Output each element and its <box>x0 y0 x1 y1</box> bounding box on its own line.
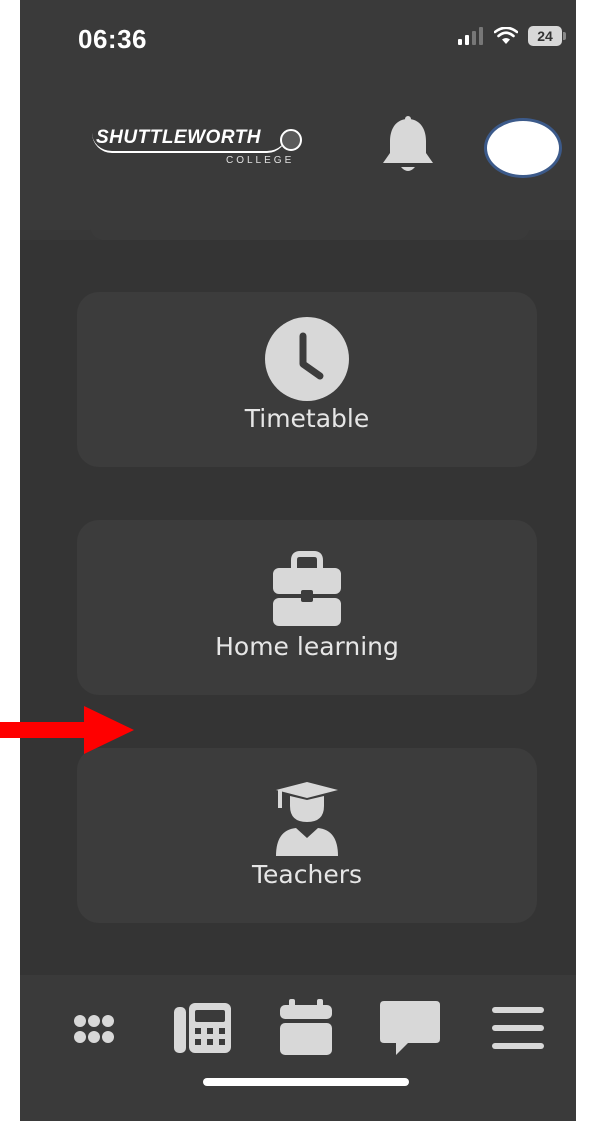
timetable-tile[interactable]: Timetable <box>77 292 537 467</box>
status-bar: 06:36 24 <box>20 0 576 80</box>
status-icons: 24 <box>458 26 566 46</box>
logo-emblem-icon <box>280 129 302 151</box>
grid-icon[interactable] <box>66 997 130 1061</box>
clock-icon <box>265 317 349 401</box>
app-screen: 06:36 24 SHUTTLEWORTH COLLEGE Timetable … <box>20 0 576 1121</box>
calendar-icon[interactable] <box>274 997 338 1061</box>
teacher-icon <box>276 782 338 856</box>
wifi-icon <box>494 27 518 44</box>
signal-icon <box>458 27 483 45</box>
bottom-navigation <box>20 975 576 1121</box>
teachers-tile[interactable]: Teachers <box>77 748 537 923</box>
logo-title: SHUTTLEWORTH <box>92 125 288 153</box>
avatar[interactable] <box>484 118 562 178</box>
menu-icon[interactable] <box>486 997 550 1061</box>
briefcase-icon <box>273 551 341 626</box>
phone-book-icon[interactable] <box>170 997 234 1061</box>
header-divider <box>90 226 530 240</box>
home-indicator <box>203 1078 409 1086</box>
college-logo[interactable]: SHUTTLEWORTH COLLEGE <box>92 125 322 173</box>
logo-subtitle: COLLEGE <box>226 155 295 166</box>
battery-indicator: 24 <box>528 26 566 46</box>
bell-icon[interactable] <box>378 115 438 179</box>
red-arrow-annotation <box>0 706 134 754</box>
home-learning-tile[interactable]: Home learning <box>77 520 537 695</box>
tile-label: Timetable <box>244 404 370 433</box>
chat-icon[interactable] <box>378 997 442 1061</box>
status-time: 06:36 <box>78 24 147 54</box>
tile-label: Teachers <box>252 860 362 889</box>
tile-label: Home learning <box>215 632 399 661</box>
